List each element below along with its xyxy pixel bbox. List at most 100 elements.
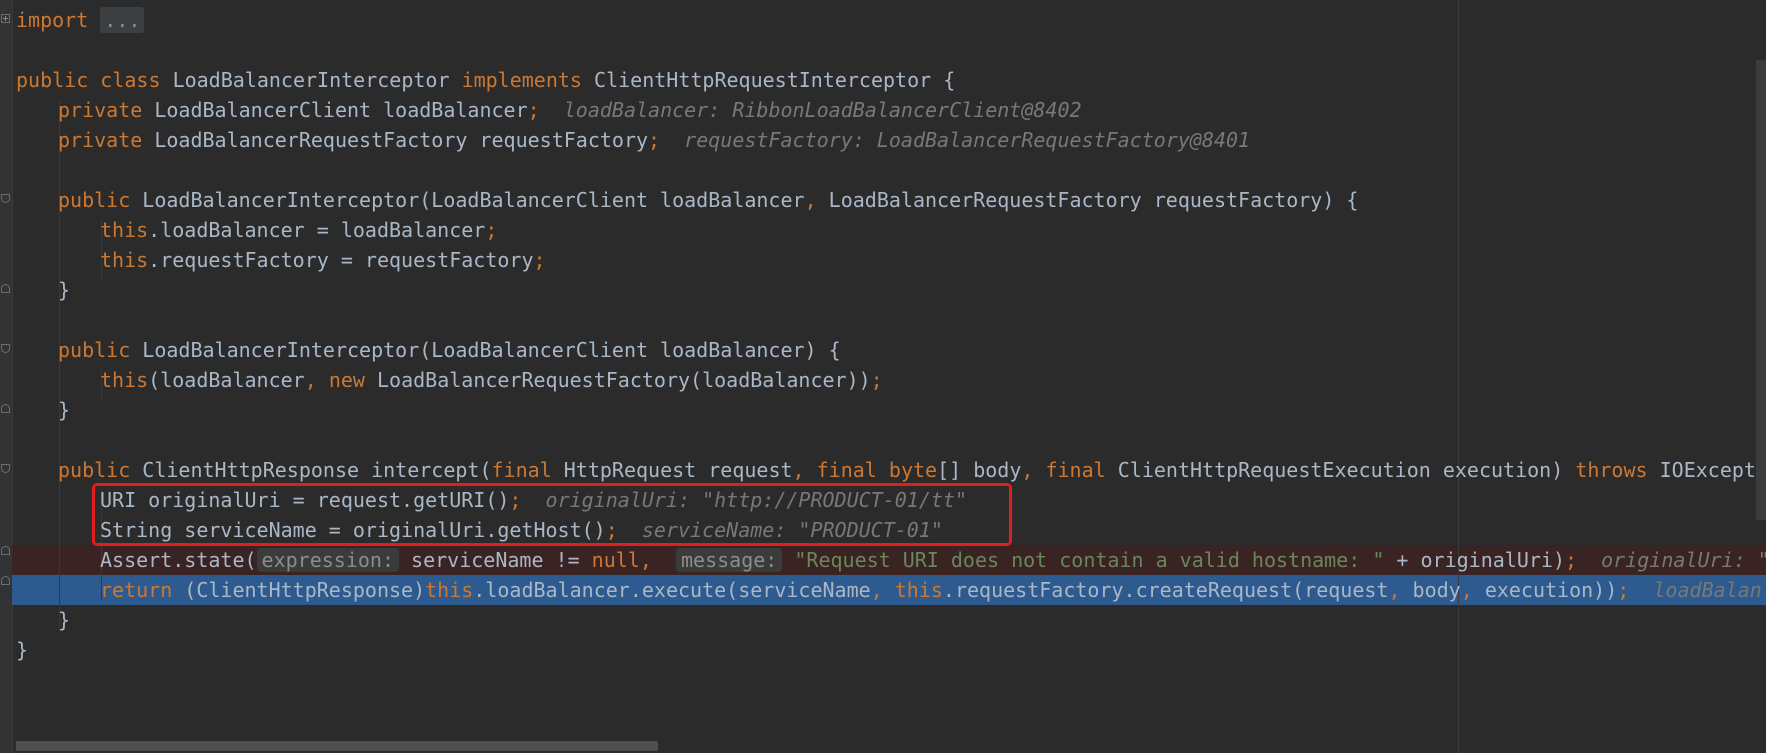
keyword: this xyxy=(425,578,474,602)
fold-collapse-icon[interactable] xyxy=(1,344,10,353)
fold-end-icon[interactable] xyxy=(1,404,10,413)
keyword: import xyxy=(16,8,89,32)
comma: , xyxy=(304,368,317,392)
keyword: return xyxy=(100,578,173,602)
code-line-8[interactable]: this.loadBalancer = loadBalancer; xyxy=(100,215,497,245)
keyword: implements xyxy=(461,68,582,92)
keyword: public xyxy=(58,338,131,362)
parameter-hint-badge: message: xyxy=(675,548,783,572)
code-line-9[interactable]: this.requestFactory = requestFactory; xyxy=(100,245,546,275)
fold-collapse-icon[interactable] xyxy=(1,194,10,203)
closing-brace: } xyxy=(16,638,29,662)
closing-brace: } xyxy=(58,608,71,632)
annotation-highlight-box xyxy=(92,483,1012,546)
comma: , xyxy=(804,188,817,212)
keyword: this xyxy=(100,368,149,392)
parameter-hint-badge: expression: xyxy=(256,548,399,572)
code-text: ClientHttpRequestInterceptor { xyxy=(594,68,956,92)
semicolon: ; xyxy=(870,368,883,392)
comma: , xyxy=(639,548,652,572)
code-text: IOExcepti xyxy=(1659,458,1766,482)
comma: , xyxy=(1388,578,1401,602)
code-line-22[interactable]: } xyxy=(16,635,28,665)
horizontal-scrollbar-thumb[interactable] xyxy=(16,741,658,751)
debugger-inline-value: requestFactory: LoadBalancerRequestFacto… xyxy=(684,128,1251,152)
code-editor[interactable]: import ... public class LoadBalancerInte… xyxy=(0,0,1766,753)
semicolon: ; xyxy=(1617,578,1630,602)
code-line-20[interactable]: return (ClientHttpResponse)this.loadBala… xyxy=(100,575,1762,605)
code-text: .requestFactory = requestFactory xyxy=(148,248,534,272)
code-line-16[interactable]: public ClientHttpResponse intercept(fina… xyxy=(58,455,1766,485)
code-text: .requestFactory.createRequest(request xyxy=(942,578,1389,602)
code-line-7[interactable]: public LoadBalancerInterceptor(LoadBalan… xyxy=(58,185,1358,215)
fold-expand-icon[interactable] xyxy=(1,14,10,23)
keyword: final xyxy=(491,458,552,482)
comma: , xyxy=(870,578,883,602)
code-line-4[interactable]: private LoadBalancerClient loadBalancer;… xyxy=(58,95,1082,125)
code-line-1[interactable]: import ... xyxy=(16,5,145,35)
code-text: HttpRequest request xyxy=(563,458,793,482)
right-margin-guide xyxy=(1458,0,1459,753)
folded-imports-placeholder[interactable]: ... xyxy=(100,7,145,33)
code-text: + originalUri) xyxy=(1384,548,1565,572)
semicolon: ; xyxy=(533,248,546,272)
code-text: LoadBalancerRequestFactory requestFactor… xyxy=(828,188,1359,212)
keyword: class xyxy=(100,68,161,92)
closing-brace: } xyxy=(58,278,71,302)
class-name: LoadBalancerInterceptor xyxy=(172,68,450,92)
fold-end-icon[interactable] xyxy=(1,284,10,293)
comma: , xyxy=(1021,458,1034,482)
code-text: LoadBalancerInterceptor(LoadBalancerClie… xyxy=(142,338,841,362)
keyword: final xyxy=(816,458,877,482)
code-text: body xyxy=(1412,578,1461,602)
code-line-12[interactable]: public LoadBalancerInterceptor(LoadBalan… xyxy=(58,335,841,365)
code-text: .loadBalancer.execute(serviceName xyxy=(473,578,871,602)
closing-brace: } xyxy=(58,398,71,422)
code-line-13[interactable]: this(loadBalancer, new LoadBalancerReque… xyxy=(100,365,883,395)
keyword: public xyxy=(58,188,131,212)
code-text: LoadBalancerInterceptor(LoadBalancerClie… xyxy=(142,188,805,212)
vertical-scrollbar[interactable] xyxy=(1756,60,1766,520)
keyword: private xyxy=(58,98,143,122)
comma: , xyxy=(1460,578,1473,602)
code-line-21[interactable]: } xyxy=(58,605,70,635)
keyword: public xyxy=(58,458,131,482)
code-text: LoadBalancerRequestFactory(loadBalancer)… xyxy=(376,368,871,392)
code-line-5[interactable]: private LoadBalancerRequestFactory reque… xyxy=(58,125,1250,155)
code-text: .loadBalancer = loadBalancer xyxy=(148,218,486,242)
keyword: this xyxy=(894,578,943,602)
debugger-inline-value: loadBalancer: RibbonLoadBalancerClient@8… xyxy=(563,98,1082,122)
code-line-10[interactable]: } xyxy=(58,275,70,305)
keyword: this xyxy=(100,218,149,242)
code-line-14[interactable]: } xyxy=(58,395,70,425)
semicolon: ; xyxy=(485,218,498,242)
keyword: final xyxy=(1045,458,1106,482)
keyword: throws xyxy=(1575,458,1648,482)
editor-gutter[interactable] xyxy=(0,0,13,753)
fold-end-icon[interactable] xyxy=(1,576,10,585)
code-line-19[interactable]: Assert.state(expression: serviceName != … xyxy=(100,545,1766,575)
debugger-inline-value: loadBalan xyxy=(1653,578,1762,602)
code-text: (loadBalancer xyxy=(148,368,305,392)
code-line-3[interactable]: public class LoadBalancerInterceptor imp… xyxy=(16,65,955,95)
keyword: this xyxy=(100,248,149,272)
code-text: (ClientHttpResponse) xyxy=(184,578,426,602)
code-text: [] body xyxy=(937,458,1022,482)
code-text: ClientHttpRequestExecution execution) xyxy=(1117,458,1564,482)
string-literal: "Request URI does not contain a valid ho… xyxy=(794,548,1385,572)
keyword: new xyxy=(328,368,365,392)
semicolon: ; xyxy=(1565,548,1578,572)
keyword: byte xyxy=(888,458,938,482)
code-text: Assert.state( xyxy=(100,548,257,572)
code-text: LoadBalancerRequestFactory requestFactor… xyxy=(154,128,649,152)
fold-collapse-icon[interactable] xyxy=(1,464,10,473)
code-text: ClientHttpResponse intercept( xyxy=(142,458,492,482)
code-text: execution)) xyxy=(1484,578,1618,602)
code-text: LoadBalancerClient loadBalancer xyxy=(154,98,528,122)
fold-end-icon[interactable] xyxy=(1,546,10,555)
code-text: serviceName != xyxy=(411,548,592,572)
semicolon: ; xyxy=(648,128,661,152)
indent-guide xyxy=(59,100,60,630)
comma: , xyxy=(792,458,805,482)
semicolon: ; xyxy=(527,98,540,122)
